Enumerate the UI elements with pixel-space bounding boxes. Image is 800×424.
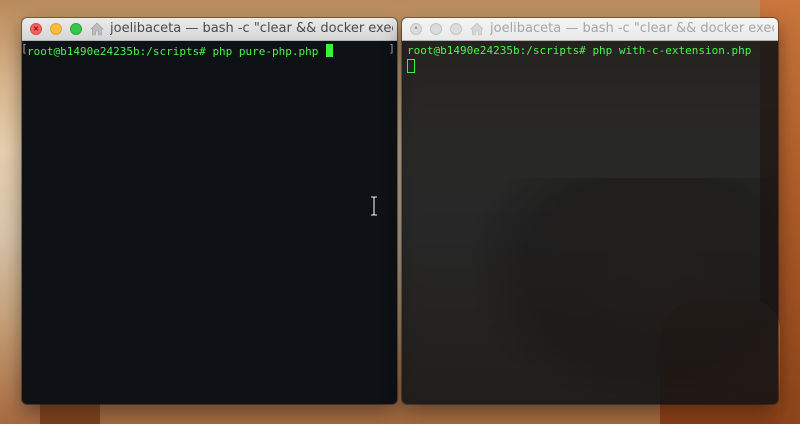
terminal-output[interactable]: root@b1490e24235b:/scripts# php pure-php… — [22, 41, 397, 59]
ibeam-cursor-icon — [371, 196, 377, 216]
minimize-button[interactable] — [430, 23, 442, 35]
window-titlebar[interactable]: • joelibaceta — bash -c "clear && docker… — [402, 18, 778, 41]
wallpaper-through-translucent-window — [472, 178, 778, 404]
close-button[interactable]: × — [30, 23, 42, 35]
zoom-button[interactable] — [70, 23, 82, 35]
terminal-cursor — [326, 44, 334, 57]
window-title: joelibaceta — bash -c "clear && docker e… — [490, 21, 774, 36]
window-title: joelibaceta — bash -c "clear && docker e… — [110, 21, 393, 36]
terminal-window-left[interactable]: × joelibaceta — bash -c "clear && docker… — [22, 18, 397, 404]
close-icon: × — [32, 24, 40, 33]
window-controls: • — [410, 23, 462, 35]
terminal-window-right[interactable]: • joelibaceta — bash -c "clear && docker… — [402, 18, 778, 404]
close-button[interactable]: • — [410, 23, 422, 35]
shell-prompt: root@b1490e24235b:/scripts# — [27, 45, 213, 58]
window-controls: × — [30, 23, 82, 35]
home-icon — [470, 22, 484, 36]
window-titlebar[interactable]: × joelibaceta — bash -c "clear && docker… — [22, 18, 397, 41]
close-icon: • — [413, 24, 419, 33]
shell-command: php with-c-extension.php — [592, 44, 752, 57]
terminal-output[interactable]: root@b1490e24235b:/scripts# php with-c-e… — [402, 41, 778, 73]
terminal-cursor — [407, 59, 415, 73]
minimize-button[interactable] — [50, 23, 62, 35]
home-icon — [90, 22, 104, 36]
zoom-button[interactable] — [450, 23, 462, 35]
shell-command: php pure-php.php — [212, 45, 319, 58]
shell-prompt: root@b1490e24235b:/scripts# — [407, 44, 593, 57]
